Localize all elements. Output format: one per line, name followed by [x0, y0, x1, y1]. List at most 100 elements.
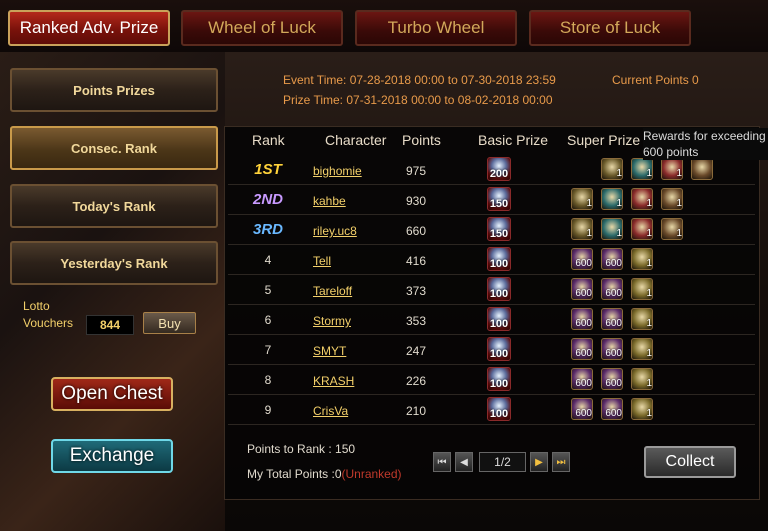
table-row: 7 SMYT 247 100 600 600 1	[228, 336, 755, 365]
table-row: 6 Stormy 353 100 600 600 1	[228, 306, 755, 335]
last-page-button[interactable]: ⏭	[552, 452, 570, 472]
super-prize-icon[interactable]: 1	[631, 248, 653, 270]
table-row: 9 CrisVa 210 100 600 600 1	[228, 396, 755, 425]
tab-turbo-wheel[interactable]: Turbo Wheel	[355, 10, 517, 46]
tooltip-line1: Rewards for exceeding	[643, 129, 766, 143]
row-character-name[interactable]: Tareloff	[313, 284, 352, 298]
row-character-name[interactable]: Stormy	[313, 314, 351, 328]
row-rank: 2ND	[252, 191, 283, 208]
super-prize-icon[interactable]: 1	[601, 158, 623, 180]
super-prize-icon[interactable]: 600	[571, 308, 593, 330]
prev-page-icon: ◀	[460, 456, 468, 468]
row-rank: 8	[264, 373, 272, 387]
super-prize-icon[interactable]: 1	[631, 338, 653, 360]
last-page-icon: ⏭	[556, 456, 566, 468]
super-prize-icon[interactable]: 1	[571, 218, 593, 240]
super-prize-icon[interactable]: 600	[601, 278, 623, 300]
header-super-prize: Super Prize	[567, 132, 641, 148]
first-page-icon: ⏮	[437, 456, 447, 468]
row-points: 247	[406, 344, 427, 358]
basic-prize-icon[interactable]: 100	[487, 397, 511, 421]
super-prize-icon[interactable]: 1	[661, 158, 683, 180]
basic-prize-icon[interactable]: 100	[487, 277, 511, 301]
first-page-button[interactable]: ⏮	[433, 452, 451, 472]
tab-ranked-adv-prize[interactable]: Ranked Adv. Prize	[8, 10, 170, 46]
next-page-icon: ▶	[535, 456, 543, 468]
row-points: 660	[406, 224, 427, 238]
header-basic-prize: Basic Prize	[478, 132, 549, 148]
row-rank: 9	[264, 403, 272, 417]
basic-prize-icon[interactable]: 150	[487, 187, 511, 211]
row-rank: 7	[264, 343, 272, 357]
super-prize-icon[interactable]: 1	[631, 278, 653, 300]
super-prize-icon[interactable]: 1	[631, 218, 653, 240]
event-time: Event Time: 07-28-2018 00:00 to 07-30-20…	[283, 73, 556, 87]
menu-consec-rank[interactable]: Consec. Rank	[10, 126, 218, 170]
row-character-name[interactable]: SMYT	[313, 344, 346, 358]
tooltip: Rewards for exceeding 600 points	[643, 128, 768, 160]
menu-points-prizes[interactable]: Points Prizes	[10, 68, 218, 112]
row-rank: 1ST	[254, 161, 282, 178]
super-prize-icon[interactable]: 1	[571, 188, 593, 210]
header-rank: Rank	[252, 132, 285, 148]
row-rank: 3RD	[252, 221, 283, 238]
table-row: 3RD riley.uc8 660 150 1 1 1 1	[228, 216, 755, 245]
basic-prize-icon[interactable]: 150	[487, 217, 511, 241]
row-points: 373	[406, 284, 427, 298]
prev-page-button[interactable]: ◀	[455, 452, 473, 472]
open-chest-button[interactable]: Open Chest	[51, 377, 173, 411]
super-prize-icon[interactable]: 1	[661, 188, 683, 210]
row-points: 210	[406, 404, 427, 418]
super-prize-icon[interactable]	[691, 158, 713, 180]
basic-prize-icon[interactable]: 100	[487, 367, 511, 391]
super-prize-icon[interactable]: 1	[631, 158, 653, 180]
tooltip-line2: 600 points	[643, 145, 699, 159]
table-row: 4 Tell 416 100 600 600 1	[228, 246, 755, 275]
super-prize-icon[interactable]: 600	[571, 398, 593, 420]
row-character-name[interactable]: Tell	[313, 254, 331, 268]
table-row: 5 Tareloff 373 100 600 600 1	[228, 276, 755, 305]
super-prize-icon[interactable]: 1	[601, 218, 623, 240]
row-character-name[interactable]: bighomie	[313, 164, 362, 178]
super-prize-icon[interactable]: 600	[601, 338, 623, 360]
super-prize-icon[interactable]: 1	[631, 398, 653, 420]
header-points: Points	[402, 132, 441, 148]
super-prize-icon[interactable]: 600	[601, 308, 623, 330]
my-total-points: My Total Points :0(Unranked)	[247, 467, 402, 481]
exchange-button[interactable]: Exchange	[51, 439, 173, 473]
super-prize-icon[interactable]: 600	[571, 278, 593, 300]
menu-yesterdays-rank[interactable]: Yesterday's Rank	[10, 241, 218, 285]
row-character-name[interactable]: CrisVa	[313, 404, 348, 418]
row-rank: 6	[264, 313, 272, 327]
row-character-name[interactable]: riley.uc8	[313, 224, 357, 238]
basic-prize-icon[interactable]: 100	[487, 247, 511, 271]
super-prize-icon[interactable]: 600	[601, 368, 623, 390]
super-prize-icon[interactable]: 600	[601, 398, 623, 420]
basic-prize-icon[interactable]: 200	[487, 157, 511, 181]
buy-button[interactable]: Buy	[143, 312, 196, 334]
row-character-name[interactable]: kahbe	[313, 194, 346, 208]
lotto-label-line1: Lotto	[23, 299, 50, 313]
super-prize-icon[interactable]: 600	[571, 338, 593, 360]
super-prize-icon[interactable]: 600	[571, 368, 593, 390]
super-prize-icon[interactable]: 1	[631, 308, 653, 330]
super-prize-icon[interactable]: 600	[571, 248, 593, 270]
super-prize-icon[interactable]: 1	[661, 218, 683, 240]
super-prize-icon[interactable]: 600	[601, 248, 623, 270]
tab-store-of-luck[interactable]: Store of Luck	[529, 10, 691, 46]
prize-time: Prize Time: 07-31-2018 00:00 to 08-02-20…	[283, 93, 553, 107]
super-prize-icon[interactable]: 1	[631, 368, 653, 390]
super-prize-icon[interactable]: 1	[631, 188, 653, 210]
menu-todays-rank[interactable]: Today's Rank	[10, 184, 218, 228]
table-row: 1ST bighomie 975 200 1 1 1	[228, 156, 755, 185]
unranked-text: (Unranked)	[341, 467, 402, 481]
basic-prize-icon[interactable]: 100	[487, 337, 511, 361]
super-prize-icon[interactable]: 1	[601, 188, 623, 210]
my-total-points-text: My Total Points :0	[247, 467, 342, 481]
collect-button[interactable]: Collect	[644, 446, 736, 478]
basic-prize-icon[interactable]: 100	[487, 307, 511, 331]
tab-wheel-of-luck[interactable]: Wheel of Luck	[181, 10, 343, 46]
lotto-vouchers-label: Lotto Vouchers	[23, 298, 73, 332]
next-page-button[interactable]: ▶	[530, 452, 548, 472]
row-character-name[interactable]: KRASH	[313, 374, 354, 388]
